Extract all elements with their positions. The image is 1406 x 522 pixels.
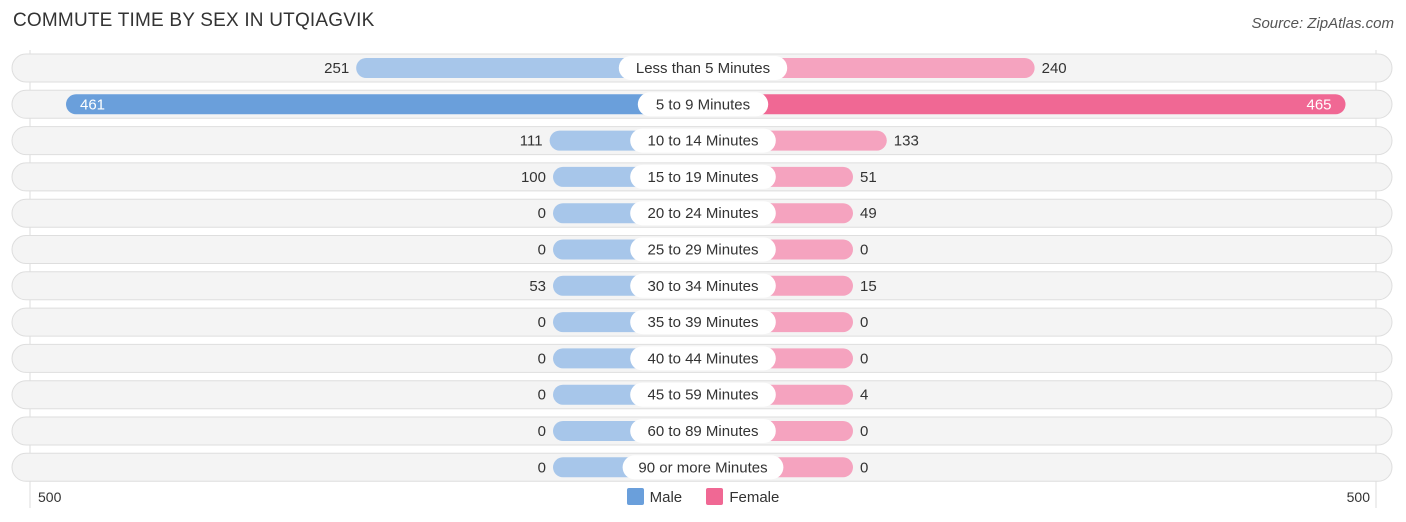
chart-container: COMMUTE TIME BY SEX IN UTQIAGVIK Source:… xyxy=(0,0,1406,522)
value-label-male: 0 xyxy=(538,314,546,331)
value-label-male: 0 xyxy=(538,387,546,404)
legend-male: Male xyxy=(626,488,683,506)
legend-male-swatch xyxy=(626,488,644,505)
value-label-female: 465 xyxy=(1306,96,1331,113)
value-label-male: 100 xyxy=(521,169,546,186)
category-label: 40 to 44 Minutes xyxy=(648,350,759,367)
category-label: 90 or more Minutes xyxy=(638,459,767,476)
value-label-male: 0 xyxy=(538,205,546,222)
legend-female-label: Female xyxy=(729,489,780,506)
value-label-female: 133 xyxy=(894,133,919,150)
bar-female xyxy=(703,94,1346,115)
chart-svg: Less than 5 Minutes 251 240 5 to 9 Minutes 4… xyxy=(11,50,1393,508)
category-label: 15 to 19 Minutes xyxy=(648,169,759,186)
value-label-male: 0 xyxy=(538,242,546,259)
value-label-male: 0 xyxy=(538,423,546,440)
bar-male xyxy=(66,94,703,115)
category-label: 10 to 14 Minutes xyxy=(648,133,759,150)
value-label-female: 49 xyxy=(860,205,877,222)
legend-female: Female xyxy=(706,488,779,506)
category-label: 35 to 39 Minutes xyxy=(648,314,759,331)
value-label-female: 0 xyxy=(860,242,868,259)
value-label-male: 461 xyxy=(80,96,105,113)
value-label-male: 251 xyxy=(324,60,349,77)
category-label: Less than 5 Minutes xyxy=(636,60,770,77)
value-label-female: 4 xyxy=(860,387,868,404)
value-label-male: 53 xyxy=(529,278,546,295)
value-label-female: 0 xyxy=(860,423,868,440)
value-label-female: 240 xyxy=(1042,60,1067,77)
legend-female-swatch xyxy=(706,488,724,505)
legend: Male Female xyxy=(0,488,1406,506)
legend-male-label: Male xyxy=(649,489,683,506)
category-label: 25 to 29 Minutes xyxy=(648,242,759,259)
value-label-female: 0 xyxy=(860,350,868,367)
category-label: 60 to 89 Minutes xyxy=(648,423,759,440)
category-label: 45 to 59 Minutes xyxy=(648,387,759,404)
value-label-male: 0 xyxy=(538,459,546,476)
value-label-female: 15 xyxy=(860,278,877,295)
value-label-male: 111 xyxy=(520,133,543,150)
category-label: 5 to 9 Minutes xyxy=(656,96,750,113)
value-label-male: 0 xyxy=(538,350,546,367)
value-label-female: 51 xyxy=(860,169,877,186)
category-label: 20 to 24 Minutes xyxy=(648,205,759,222)
value-label-female: 0 xyxy=(860,314,868,331)
category-label: 30 to 34 Minutes xyxy=(648,278,759,295)
value-label-female: 0 xyxy=(860,459,868,476)
